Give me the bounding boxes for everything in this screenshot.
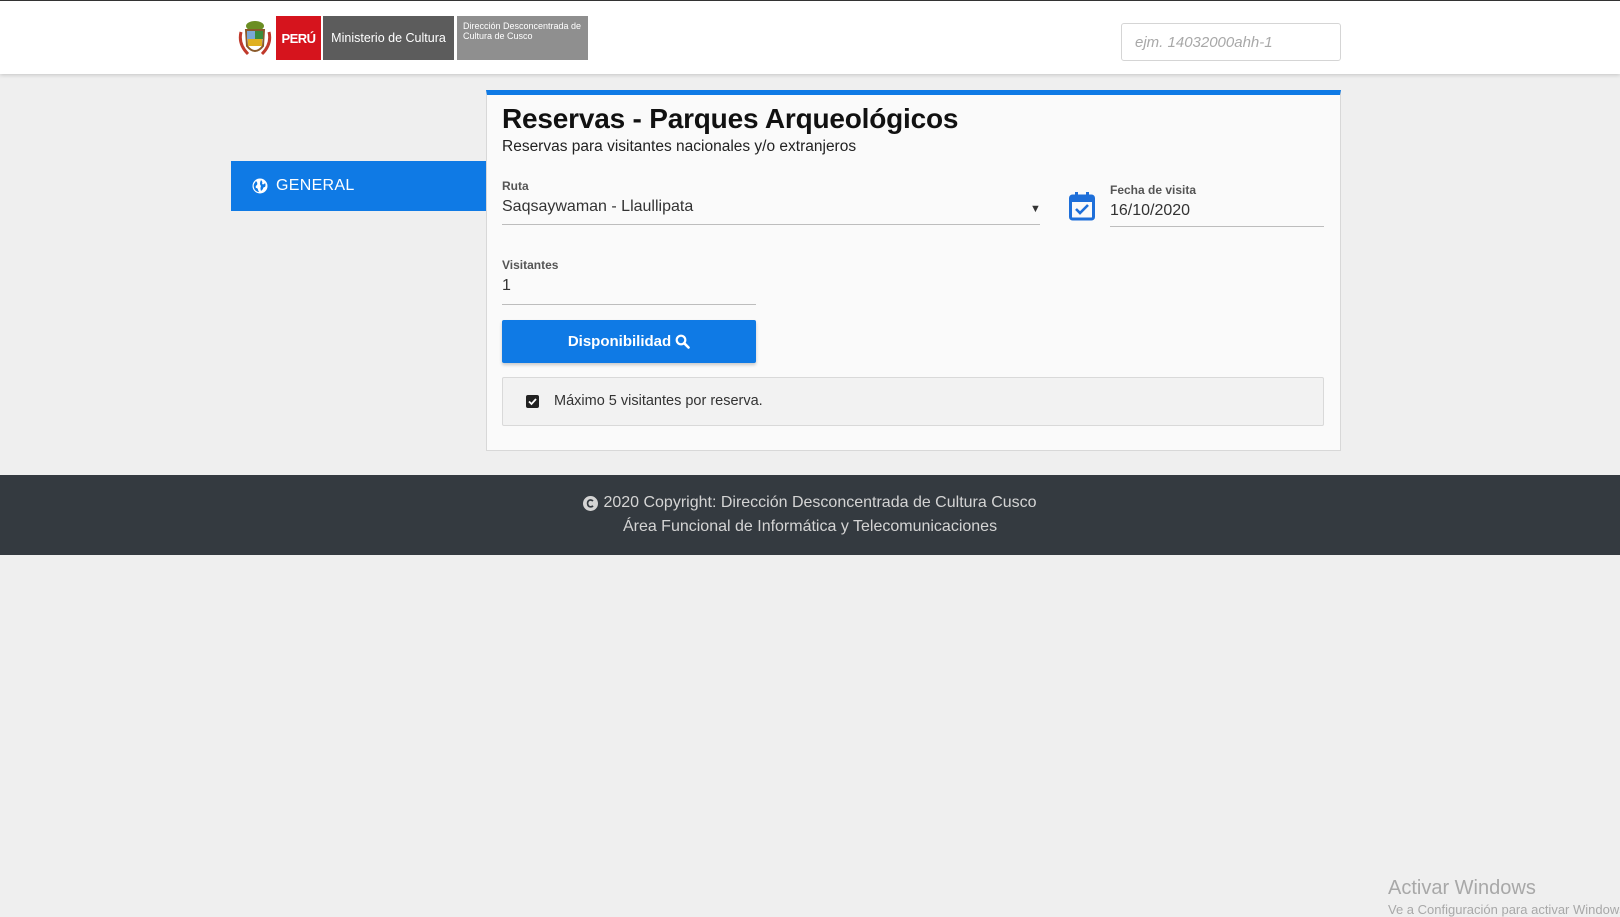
fecha-label: Fecha de visita [1110, 183, 1197, 197]
windows-activation-title: Activar Windows [1388, 877, 1536, 899]
windows-activation-subtitle: Ve a Configuración para activar Windows. [1388, 902, 1620, 917]
search-input[interactable] [1121, 23, 1341, 61]
ruta-label: Ruta [502, 179, 529, 193]
footer-line-2: Área Funcional de Informática y Telecomu… [622, 518, 998, 535]
ministry-label: Ministerio de Cultura [323, 16, 454, 60]
footer-line-1: 2020 Copyright: Dirección Desconcentrada… [603, 494, 1037, 511]
page-footer: 2020 Copyright: Dirección Desconcentrada… [0, 475, 1620, 555]
visitantes-label: Visitantes [502, 258, 559, 272]
search-icon [675, 334, 690, 349]
fecha-underline [1110, 226, 1324, 227]
info-note-text: Máximo 5 visitantes por reserva. [554, 393, 763, 409]
chevron-down-icon[interactable]: ▼ [1030, 203, 1041, 215]
page-title: Reservas - Parques Arqueológicos [502, 103, 959, 134]
info-note: Máximo 5 visitantes por reserva. [502, 377, 1324, 426]
copyright-icon [583, 495, 599, 511]
ministerio-logo[interactable]: PERÚ Ministerio de Cultura Dirección Des… [238, 16, 588, 60]
check-square-icon [526, 395, 539, 408]
globe-icon [252, 178, 268, 194]
disponibilidad-button[interactable]: Disponibilidad [502, 320, 756, 363]
visitantes-underline [502, 304, 756, 305]
top-navbar: PERÚ Ministerio de Cultura Dirección Des… [0, 0, 1620, 74]
visitantes-input[interactable]: 1 [502, 277, 511, 295]
reservation-card: Reservas - Parques Arqueológicos Reserva… [486, 90, 1341, 451]
footer-copyright: 2020 Copyright: Dirección Desconcentrada… [0, 494, 1620, 512]
directorate-label: Dirección Desconcentrada de Cultura de C… [457, 16, 588, 60]
page-subtitle: Reservas para visitantes nacionales y/o … [502, 138, 857, 155]
coat-of-arms-icon [238, 21, 272, 56]
sidebar-item-label: GENERAL [276, 177, 355, 194]
calendar-check-icon[interactable] [1069, 191, 1095, 221]
sidebar-item-general[interactable]: GENERAL [231, 161, 486, 211]
ruta-underline [502, 224, 1040, 225]
disponibilidad-label: Disponibilidad [567, 333, 672, 350]
ruta-select[interactable]: Saqsaywaman - Llaullipata [502, 198, 693, 216]
peru-label: PERÚ [276, 16, 321, 60]
fecha-input[interactable]: 16/10/2020 [1110, 202, 1190, 220]
